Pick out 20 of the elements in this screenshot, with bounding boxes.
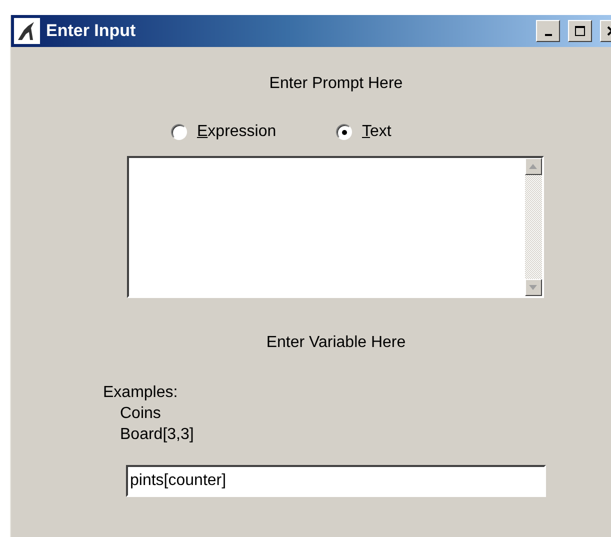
variable-label: Enter Variable Here	[266, 334, 406, 352]
radio-button[interactable]	[336, 124, 352, 140]
minimize-button[interactable]	[536, 20, 560, 42]
examples-heading: Examples:	[103, 383, 179, 403]
figure-icon	[14, 18, 40, 44]
down-arrow-icon	[529, 285, 537, 290]
maximize-button[interactable]	[568, 20, 592, 42]
scroll-down-button[interactable]	[524, 279, 542, 296]
radio-label: Text	[362, 123, 392, 141]
radio-button[interactable]	[171, 124, 187, 140]
example-text: Board[3,3]	[119, 425, 194, 445]
scroll-up-button[interactable]	[524, 158, 542, 175]
variable-input-field[interactable]: pints[counter]	[126, 465, 546, 497]
maximize-icon	[574, 25, 586, 37]
example-text: Coins	[119, 404, 162, 424]
up-arrow-icon	[529, 164, 537, 169]
prompt-label: Enter Prompt Here	[269, 75, 403, 93]
minimize-icon	[544, 34, 552, 36]
radio-label: Expression	[197, 123, 276, 141]
window-title: Enter Input	[46, 21, 137, 41]
